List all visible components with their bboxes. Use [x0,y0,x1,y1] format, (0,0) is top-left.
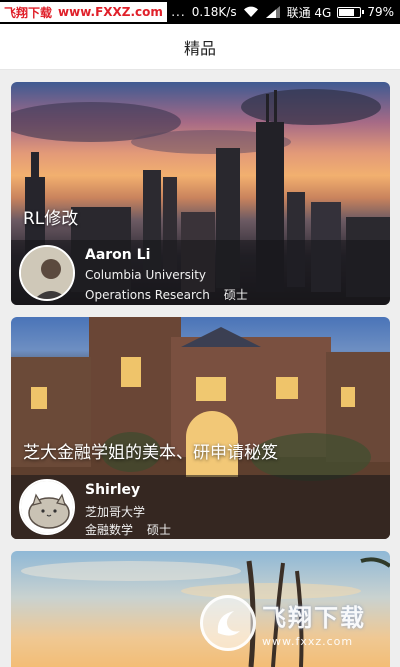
watermark-brand: 飞翔下载 [262,604,366,632]
watermark-top-name: 飞翔下载 [4,5,53,20]
cat-avatar-icon [21,481,73,533]
author-info-band: Aaron Li Columbia University Operations … [11,240,390,305]
status-indicators: ... 0.18K/s 联通 4G 79% [171,0,394,24]
watermark-top-url: www.FXXZ.com [58,5,163,19]
article-card-1[interactable]: RL修改 Aaron Li Columbia University Operat… [11,82,390,305]
card-title: 芝大金融学姐的美本、研申请秘笈 [23,443,278,463]
avatar [19,245,75,301]
watermark-logo-icon [200,595,256,651]
author-major: 金融数学 [85,523,134,537]
status-bar: 飞翔下载 www.FXXZ.com ... 0.18K/s 联通 4G 79% [0,0,400,24]
author-major-degree: Operations Research 硕士 [85,286,248,303]
author-degree: 硕士 [147,523,172,537]
avatar [19,479,75,535]
author-name: Aaron Li [85,247,151,263]
app-header: 精品 [0,24,400,70]
carrier-label: 联通 4G [286,5,332,20]
battery-percent: 79% [367,5,394,19]
person-photo-icon [21,247,73,299]
wifi-icon [243,6,258,18]
watermark-url: www.fxxz.com [262,635,354,648]
signal-icon [265,6,280,18]
author-major: Operations Research [85,288,210,302]
network-speed: 0.18K/s [191,5,237,19]
page-title: 精品 [183,38,216,58]
card-title: RL修改 [23,209,79,229]
author-degree: 硕士 [223,288,248,302]
author-school: 芝加哥大学 [85,505,146,519]
author-name: Shirley [85,482,141,498]
author-school: Columbia University [85,268,207,282]
author-info-band: Shirley 芝加哥大学 金融数学 硕士 [11,475,390,539]
watermark-text: 飞翔下载 www.fxxz.com [262,598,366,648]
watermark-top: 飞翔下载 www.FXXZ.com [0,2,167,22]
notification-dots: ... [171,5,186,19]
author-major-degree: 金融数学 硕士 [85,521,171,538]
battery-icon [337,6,365,18]
article-card-2[interactable]: 芝大金融学姐的美本、研申请秘笈 Shirley 芝加哥大学 金融数学 硕士 [11,317,390,539]
watermark-bottom: 飞翔下载 www.fxxz.com [200,590,390,656]
